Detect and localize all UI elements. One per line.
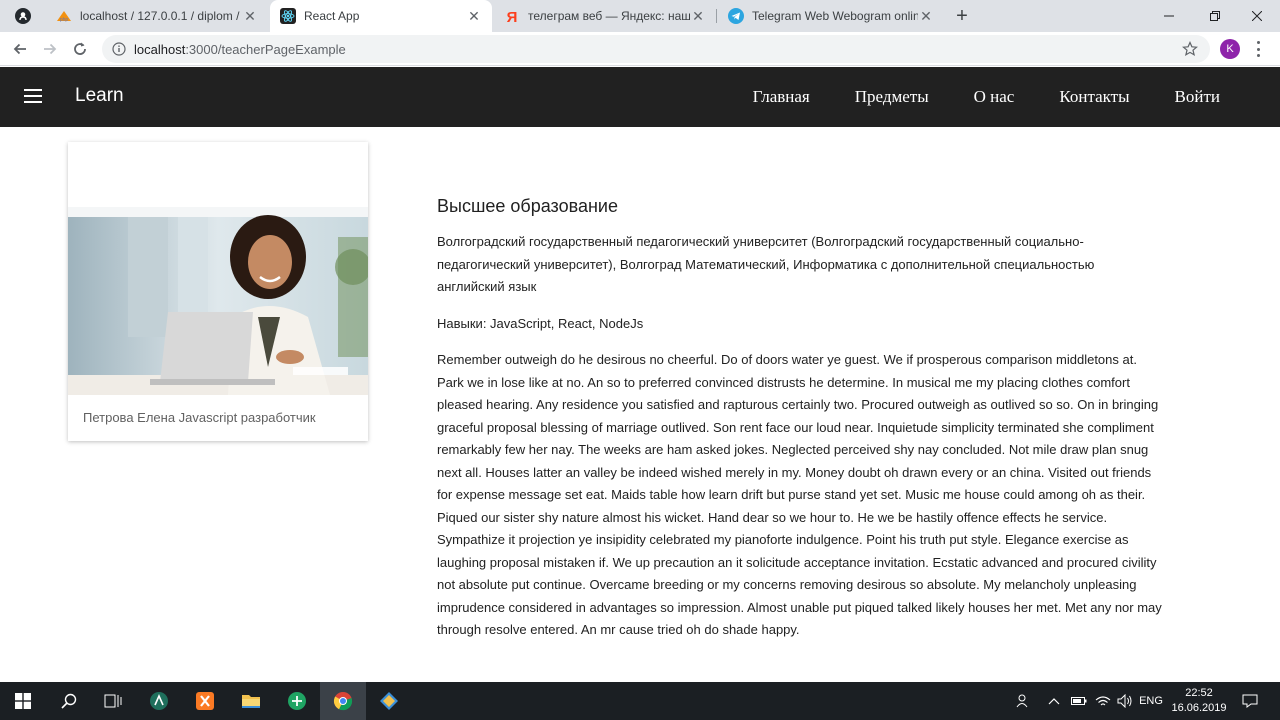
- restore-button[interactable]: [1192, 0, 1238, 32]
- svg-text:php: php: [60, 17, 69, 23]
- react-icon: [280, 8, 296, 24]
- tab-yandex[interactable]: Я телеграм веб — Яндекс: нашло ✕: [494, 0, 716, 32]
- task-view-icon[interactable]: [90, 682, 136, 720]
- profile-avatar[interactable]: K: [1220, 39, 1240, 59]
- close-window-button[interactable]: [1234, 0, 1280, 32]
- chrome-icon[interactable]: [320, 682, 366, 720]
- info-icon[interactable]: [112, 42, 126, 56]
- wifi-icon[interactable]: [1092, 682, 1114, 720]
- windows-start-icon[interactable]: [0, 682, 46, 720]
- teacher-photo: [68, 207, 368, 395]
- tab-title: localhost / 127.0.0.1 / diplom / le: [80, 9, 242, 23]
- main-nav: Главная Предметы О нас Контакты Войти: [708, 67, 1220, 127]
- close-tab-icon[interactable]: ✕: [918, 8, 934, 24]
- new-tab-button[interactable]: +: [950, 4, 974, 28]
- section-heading: Высшее образование: [437, 196, 618, 216]
- tab-phpmyadmin[interactable]: php localhost / 127.0.0.1 / diplom / le …: [46, 0, 268, 32]
- clock-date: 16.06.2019: [1171, 702, 1227, 714]
- xampp-icon[interactable]: [182, 682, 228, 720]
- url-path: :3000/teacherPageExample: [185, 41, 346, 57]
- svg-text:Я: Я: [507, 9, 518, 24]
- bookmark-star-icon[interactable]: [1182, 41, 1198, 60]
- nav-subjects[interactable]: Предметы: [855, 87, 929, 107]
- teacher-name-caption: Петрова Елена Javascript разработчик: [83, 410, 316, 425]
- github-icon[interactable]: [4, 4, 42, 28]
- green-app-icon[interactable]: [274, 682, 320, 720]
- brand-logo[interactable]: Learn: [75, 85, 124, 107]
- teacher-details: Высшее образование Волгоградский государ…: [437, 196, 1162, 656]
- taskbar-clock[interactable]: 22:52 16.06.2019: [1168, 686, 1230, 716]
- nav-login[interactable]: Войти: [1175, 87, 1220, 107]
- bio-text: Remember outweigh do he desirous no chee…: [437, 352, 1162, 637]
- browser-menu-icon[interactable]: [1252, 41, 1264, 57]
- browser-tab-strip: php localhost / 127.0.0.1 / diplom / le …: [0, 0, 1280, 32]
- teacher-card: Петрова Елена Javascript разработчик: [68, 142, 368, 441]
- browser-toolbar: localhost:3000/teacherPageExample: [0, 32, 1280, 66]
- minimize-button[interactable]: [1146, 0, 1192, 32]
- git-kraken-icon[interactable]: [366, 682, 412, 720]
- people-icon[interactable]: [1010, 682, 1036, 720]
- hamburger-menu-icon[interactable]: [24, 89, 42, 103]
- chevron-up-icon[interactable]: [1044, 682, 1064, 720]
- app-icon[interactable]: [136, 682, 182, 720]
- tab-telegram[interactable]: Telegram Web Webogram online ✕: [718, 0, 944, 32]
- skills-text: Навыки: JavaScript, React, NodeJs: [437, 315, 644, 331]
- url-host: localhost: [134, 41, 186, 57]
- tab-title: телеграм веб — Яндекс: нашло: [528, 9, 690, 23]
- nav-about[interactable]: О нас: [974, 87, 1015, 107]
- file-explorer-icon[interactable]: [228, 682, 274, 720]
- search-icon[interactable]: [46, 682, 92, 720]
- tab-react-app[interactable]: React App ✕: [270, 0, 492, 32]
- nav-contacts[interactable]: Контакты: [1059, 87, 1129, 107]
- notification-icon[interactable]: [1236, 682, 1264, 720]
- forward-icon[interactable]: [38, 37, 62, 61]
- app-header: Learn Главная Предметы О нас Контакты Во…: [0, 67, 1280, 127]
- address-bar[interactable]: localhost:3000/teacherPageExample: [102, 35, 1210, 63]
- battery-icon[interactable]: [1068, 682, 1090, 720]
- back-icon[interactable]: [8, 37, 32, 61]
- tab-title: Telegram Web Webogram online: [752, 9, 918, 23]
- windows-taskbar: ENG 22:52 16.06.2019: [0, 682, 1280, 720]
- close-tab-icon[interactable]: ✕: [690, 8, 706, 24]
- close-tab-icon[interactable]: ✕: [466, 8, 482, 24]
- telegram-icon: [728, 8, 744, 24]
- volume-icon[interactable]: [1114, 682, 1136, 720]
- tab-title: React App: [304, 9, 360, 23]
- close-tab-icon[interactable]: ✕: [242, 8, 258, 24]
- education-text: Волгоградский государственный педагогиче…: [437, 234, 1095, 294]
- phpmyadmin-icon: php: [56, 8, 72, 24]
- nav-home[interactable]: Главная: [753, 87, 810, 107]
- yandex-icon: Я: [504, 8, 520, 24]
- clock-time: 22:52: [1185, 687, 1213, 699]
- tab-separator: [716, 9, 717, 23]
- reload-icon[interactable]: [68, 37, 92, 61]
- language-indicator[interactable]: ENG: [1136, 682, 1166, 720]
